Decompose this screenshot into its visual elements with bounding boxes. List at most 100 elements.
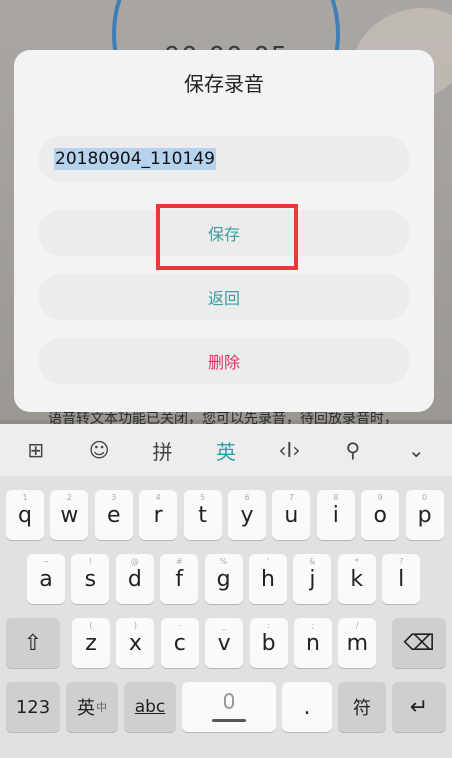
key-letter: l: [398, 566, 405, 592]
key-b[interactable]: :b: [249, 618, 288, 668]
key-secondary-symbol: -: [178, 621, 182, 630]
key-letter: i: [332, 502, 339, 528]
key-g[interactable]: % g: [204, 554, 243, 604]
cursor-control-icon[interactable]: ‹I›: [265, 438, 313, 462]
key-letter: t: [198, 502, 207, 528]
symbol-key[interactable]: 符: [338, 682, 386, 732]
backspace-key[interactable]: ⌫: [392, 618, 446, 668]
key-letter: b: [261, 630, 276, 656]
key-y[interactable]: 6y: [228, 490, 266, 540]
microphone-icon: [224, 693, 234, 709]
key-secondary-symbol: 2: [66, 493, 72, 502]
key-c[interactable]: -c: [160, 618, 199, 668]
key-p[interactable]: 0p: [405, 490, 444, 540]
key-x[interactable]: ) x: [116, 618, 155, 668]
grid-menu-icon[interactable]: ⊞: [12, 438, 60, 462]
key-l[interactable]: ? l: [382, 554, 421, 604]
key-secondary-symbol: ?: [399, 557, 404, 566]
number-mode-key[interactable]: 123: [6, 682, 60, 732]
key-secondary-symbol: 8: [333, 493, 339, 502]
space-key[interactable]: [182, 682, 276, 732]
key-o[interactable]: 9o: [361, 490, 400, 540]
key-j[interactable]: & j: [293, 554, 332, 604]
key-secondary-symbol: @: [130, 557, 139, 566]
key-secondary-symbol: _: [222, 621, 227, 630]
key-v[interactable]: _ v: [205, 618, 244, 668]
language-key-label: 英: [77, 698, 95, 719]
key-letter: o: [373, 502, 387, 528]
key-e[interactable]: 3e: [94, 490, 133, 540]
key-s[interactable]: ! s: [71, 554, 110, 604]
key-m[interactable]: / m: [338, 618, 377, 668]
key-letter: z: [85, 630, 97, 656]
key-a[interactable]: ~ a: [27, 554, 65, 604]
key-secondary-symbol: %: [219, 557, 228, 566]
key-secondary-symbol: ~: [42, 557, 50, 566]
key-secondary-symbol: ): [133, 621, 137, 630]
space-bar-line: [212, 719, 246, 722]
key-letter: y: [240, 502, 254, 528]
key-n[interactable]: ; n: [294, 618, 332, 668]
key-secondary-symbol: 5: [200, 493, 206, 502]
key-secondary-symbol: !: [88, 557, 92, 566]
key-secondary-symbol: 9: [377, 493, 383, 502]
language-key-sub: 中: [96, 701, 107, 714]
english-mode-button[interactable]: 英: [202, 436, 250, 465]
key-secondary-symbol: 0: [422, 493, 428, 502]
pinyin-mode-button[interactable]: 拼: [139, 436, 187, 465]
key-secondary-symbol: &: [309, 557, 316, 566]
key-k[interactable]: * k: [337, 554, 376, 604]
key-t[interactable]: 5t: [183, 490, 222, 540]
keyboard: 1q2w3e4r5t6y7u8i9o0p ~ a! s @ d # f% g ' h & j * k? l …: [0, 476, 452, 758]
filename-input[interactable]: 20180904_110149: [38, 136, 410, 182]
key-letter: p: [417, 502, 432, 528]
key-i[interactable]: 8i: [316, 490, 355, 540]
key-u[interactable]: 7u: [272, 490, 311, 540]
key-d[interactable]: @ d: [115, 554, 154, 604]
key-secondary-symbol: (: [89, 621, 93, 630]
key-w[interactable]: 2w: [50, 490, 89, 540]
enter-key[interactable]: ↵: [392, 682, 446, 732]
key-letter: x: [128, 630, 142, 656]
key-letter: v: [217, 630, 231, 656]
key-letter: j: [309, 566, 316, 592]
shift-key[interactable]: ⇧: [6, 618, 60, 668]
key-letter: k: [350, 566, 364, 592]
language-switch-key[interactable]: 英中: [66, 682, 118, 732]
highlight-box: [156, 204, 298, 270]
key-secondary-symbol: 1: [22, 493, 28, 502]
key-letter: g: [216, 566, 231, 592]
key-secondary-symbol: :: [267, 621, 270, 630]
key-letter: w: [60, 502, 79, 528]
key-letter: a: [39, 566, 53, 592]
key-letter: n: [306, 630, 320, 656]
delete-button[interactable]: 删除: [38, 338, 410, 384]
key-z[interactable]: (z: [72, 618, 110, 668]
key-letter: f: [175, 566, 184, 592]
key-f[interactable]: # f: [160, 554, 199, 604]
key-secondary-symbol: 7: [288, 493, 294, 502]
key-secondary-symbol: *: [354, 557, 359, 566]
key-h[interactable]: ' h: [249, 554, 287, 604]
emoji-icon[interactable]: ☺: [75, 438, 123, 462]
key-secondary-symbol: ': [266, 557, 270, 566]
dialog-title: 保存录音: [184, 72, 264, 96]
key-secondary-symbol: /: [356, 621, 359, 630]
filename-selected-text: 20180904_110149: [54, 148, 216, 170]
key-secondary-symbol: 4: [155, 493, 161, 502]
key-q[interactable]: 1q: [6, 490, 44, 540]
key-r[interactable]: 4r: [139, 490, 178, 540]
key-secondary-symbol: ;: [311, 621, 315, 630]
key-letter: h: [261, 566, 275, 592]
back-button[interactable]: 返回: [38, 274, 410, 320]
key-letter: r: [153, 502, 163, 528]
key-letter: d: [127, 566, 142, 592]
period-key[interactable]: .: [282, 682, 332, 732]
key-secondary-symbol: 6: [244, 493, 250, 502]
search-icon[interactable]: ⚲: [329, 438, 377, 462]
key-letter: s: [84, 566, 97, 592]
collapse-keyboard-icon[interactable]: ⌄: [392, 438, 440, 462]
key-letter: e: [107, 502, 121, 528]
abc-key[interactable]: abc: [124, 682, 176, 732]
key-letter: c: [173, 630, 186, 656]
